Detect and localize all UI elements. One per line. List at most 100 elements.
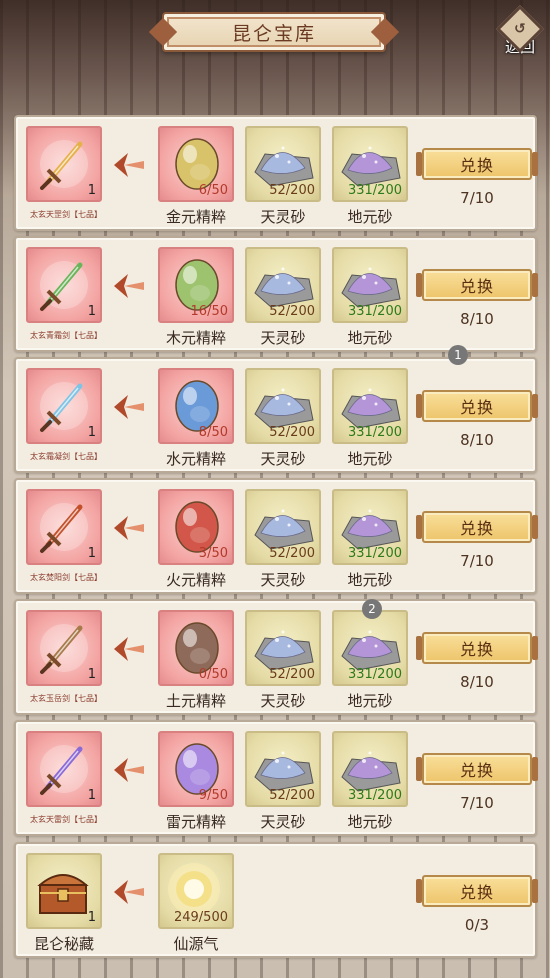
exchange-row: 1 太玄霜凝剑【七品】 8/50 水元精粹 52/200 天灵砂 331/200 地元砂… xyxy=(14,357,538,473)
back-button[interactable]: ↺ 返回 xyxy=(494,4,546,64)
reward-name: 太玄玉岳剑【七品】 xyxy=(30,694,102,703)
material-name: 天灵砂 xyxy=(260,571,306,589)
material-slot[interactable]: 249/500 xyxy=(158,853,234,929)
reward-item-slot[interactable]: 1 xyxy=(26,489,102,565)
reward-name: 太玄青霜剑【七品】 xyxy=(30,331,102,340)
exchange-limit: 0/3 xyxy=(464,916,490,934)
exchange-arrow-icon xyxy=(110,631,146,667)
material-name: 仙源气 xyxy=(173,935,219,953)
sword-icon xyxy=(34,376,94,440)
material-slot[interactable]: 331/200 xyxy=(332,489,408,565)
material-name: 火元精粹 xyxy=(165,571,226,589)
material-count: 331/200 xyxy=(347,183,402,198)
material-name: 地元砂 xyxy=(347,450,393,468)
exchange-arrow-icon xyxy=(110,147,146,183)
material-slot[interactable]: 0/50 xyxy=(158,610,234,686)
back-arrow-icon: ↺ xyxy=(495,4,545,54)
exchange-limit: 8/10 xyxy=(460,310,494,328)
material-count: 8/50 xyxy=(198,425,228,440)
sword-icon xyxy=(34,497,94,561)
material-name: 天灵砂 xyxy=(260,692,306,710)
reward-count: 1 xyxy=(87,304,96,319)
reward-name: 太玄焚阳剑【七品】 xyxy=(30,573,102,582)
material-count: 3/50 xyxy=(198,546,228,561)
material-count: 9/50 xyxy=(198,788,228,803)
material-slot[interactable]: 52/200 xyxy=(245,731,321,807)
material-count: 52/200 xyxy=(269,788,315,803)
sword-icon xyxy=(34,739,94,803)
reward-name: 太玄霜凝剑【七品】 xyxy=(30,452,102,461)
material-name: 土元精粹 xyxy=(165,692,226,710)
material-count: 249/500 xyxy=(173,910,228,925)
exchange-button[interactable]: 兑换 xyxy=(416,875,538,907)
material-name: 地元砂 xyxy=(347,692,393,710)
material-count: 6/50 xyxy=(198,183,228,198)
reward-count: 1 xyxy=(87,788,96,803)
material-count: 331/200 xyxy=(347,425,402,440)
material-count: 52/200 xyxy=(269,425,315,440)
reward-count: 1 xyxy=(87,546,96,561)
material-count: 331/200 xyxy=(347,667,402,682)
exchange-button[interactable]: 兑换 xyxy=(416,632,538,664)
material-slot[interactable]: 331/200 xyxy=(332,368,408,444)
reward-item-slot[interactable]: 1 xyxy=(26,853,102,929)
material-slot[interactable]: 3/50 xyxy=(158,489,234,565)
exchange-row: 1 太玄青霜剑【七品】 16/50 木元精粹 52/200 天灵砂 331/200 地元… xyxy=(14,236,538,352)
exchange-button[interactable]: 兑换 xyxy=(416,390,538,422)
material-count: 52/200 xyxy=(269,546,315,561)
material-slot[interactable]: 52/200 xyxy=(245,247,321,323)
material-name: 木元精粹 xyxy=(165,329,226,347)
material-name: 金元精粹 xyxy=(165,208,226,226)
reward-item-slot[interactable]: 1 xyxy=(26,610,102,686)
material-slot[interactable]: 52/200 xyxy=(245,610,321,686)
reward-count: 1 xyxy=(87,425,96,440)
exchange-arrow-icon xyxy=(110,752,146,788)
material-name: 天灵砂 xyxy=(260,813,306,831)
material-slot[interactable]: 9/50 xyxy=(158,731,234,807)
material-slot[interactable]: 52/200 xyxy=(245,126,321,202)
material-slot[interactable]: 52/200 xyxy=(245,368,321,444)
material-slot[interactable]: 331/200 xyxy=(332,247,408,323)
exchange-row: 1 太玄天雷剑【七品】 9/50 雷元精粹 52/200 天灵砂 331/200 地元砂… xyxy=(14,720,538,836)
tutorial-marker-badge: 2 xyxy=(362,599,382,619)
reward-name: 太玄天罡剑【七品】 xyxy=(30,210,102,219)
material-slot[interactable]: 331/200 xyxy=(332,731,408,807)
sword-icon xyxy=(34,618,94,682)
exchange-button[interactable]: 兑换 xyxy=(416,148,538,180)
exchange-button[interactable]: 兑换 xyxy=(416,753,538,785)
material-name: 天灵砂 xyxy=(260,450,306,468)
exchange-arrow-icon xyxy=(110,510,146,546)
page-title: 昆仑宝库 xyxy=(231,22,316,45)
material-slot[interactable]: 331/200 xyxy=(332,126,408,202)
exchange-arrow-icon xyxy=(110,389,146,425)
exchange-arrow-icon xyxy=(110,268,146,304)
exchange-row: 1 太玄焚阳剑【七品】 3/50 火元精粹 52/200 天灵砂 331/200 地元砂… xyxy=(14,478,538,594)
title-banner: 昆仑宝库 xyxy=(162,12,386,52)
exchange-button[interactable]: 兑换 xyxy=(416,511,538,543)
exchange-limit: 7/10 xyxy=(460,794,494,812)
material-slot[interactable]: 331/200 xyxy=(332,610,408,686)
exchange-limit: 8/10 xyxy=(460,431,494,449)
exchange-row: 1 昆仑秘藏 249/500 仙源气 兑换 0/3 xyxy=(14,842,538,958)
material-slot[interactable]: 16/50 xyxy=(158,247,234,323)
exchange-row: 1 太玄天罡剑【七品】 6/50 金元精粹 52/200 天灵砂 331/200 地元砂… xyxy=(14,115,538,231)
material-count: 52/200 xyxy=(269,183,315,198)
material-count: 331/200 xyxy=(347,788,402,803)
tutorial-marker-badge: 1 xyxy=(448,345,468,365)
reward-item-slot[interactable]: 1 xyxy=(26,731,102,807)
exchange-row: 1 太玄玉岳剑【七品】 0/50 土元精粹 52/200 天灵砂 331/200 地元砂… xyxy=(14,599,538,715)
material-count: 331/200 xyxy=(347,546,402,561)
exchange-limit: 7/10 xyxy=(460,552,494,570)
material-slot[interactable]: 6/50 xyxy=(158,126,234,202)
reward-item-slot[interactable]: 1 xyxy=(26,368,102,444)
material-name: 天灵砂 xyxy=(260,329,306,347)
sword-icon xyxy=(34,134,94,198)
reward-item-slot[interactable]: 1 xyxy=(26,126,102,202)
material-slot[interactable]: 8/50 xyxy=(158,368,234,444)
material-slot[interactable]: 52/200 xyxy=(245,489,321,565)
exchange-limit: 8/10 xyxy=(460,673,494,691)
material-name: 天灵砂 xyxy=(260,208,306,226)
exchange-arrow-icon xyxy=(110,874,146,910)
exchange-button[interactable]: 兑换 xyxy=(416,269,538,301)
reward-item-slot[interactable]: 1 xyxy=(26,247,102,323)
